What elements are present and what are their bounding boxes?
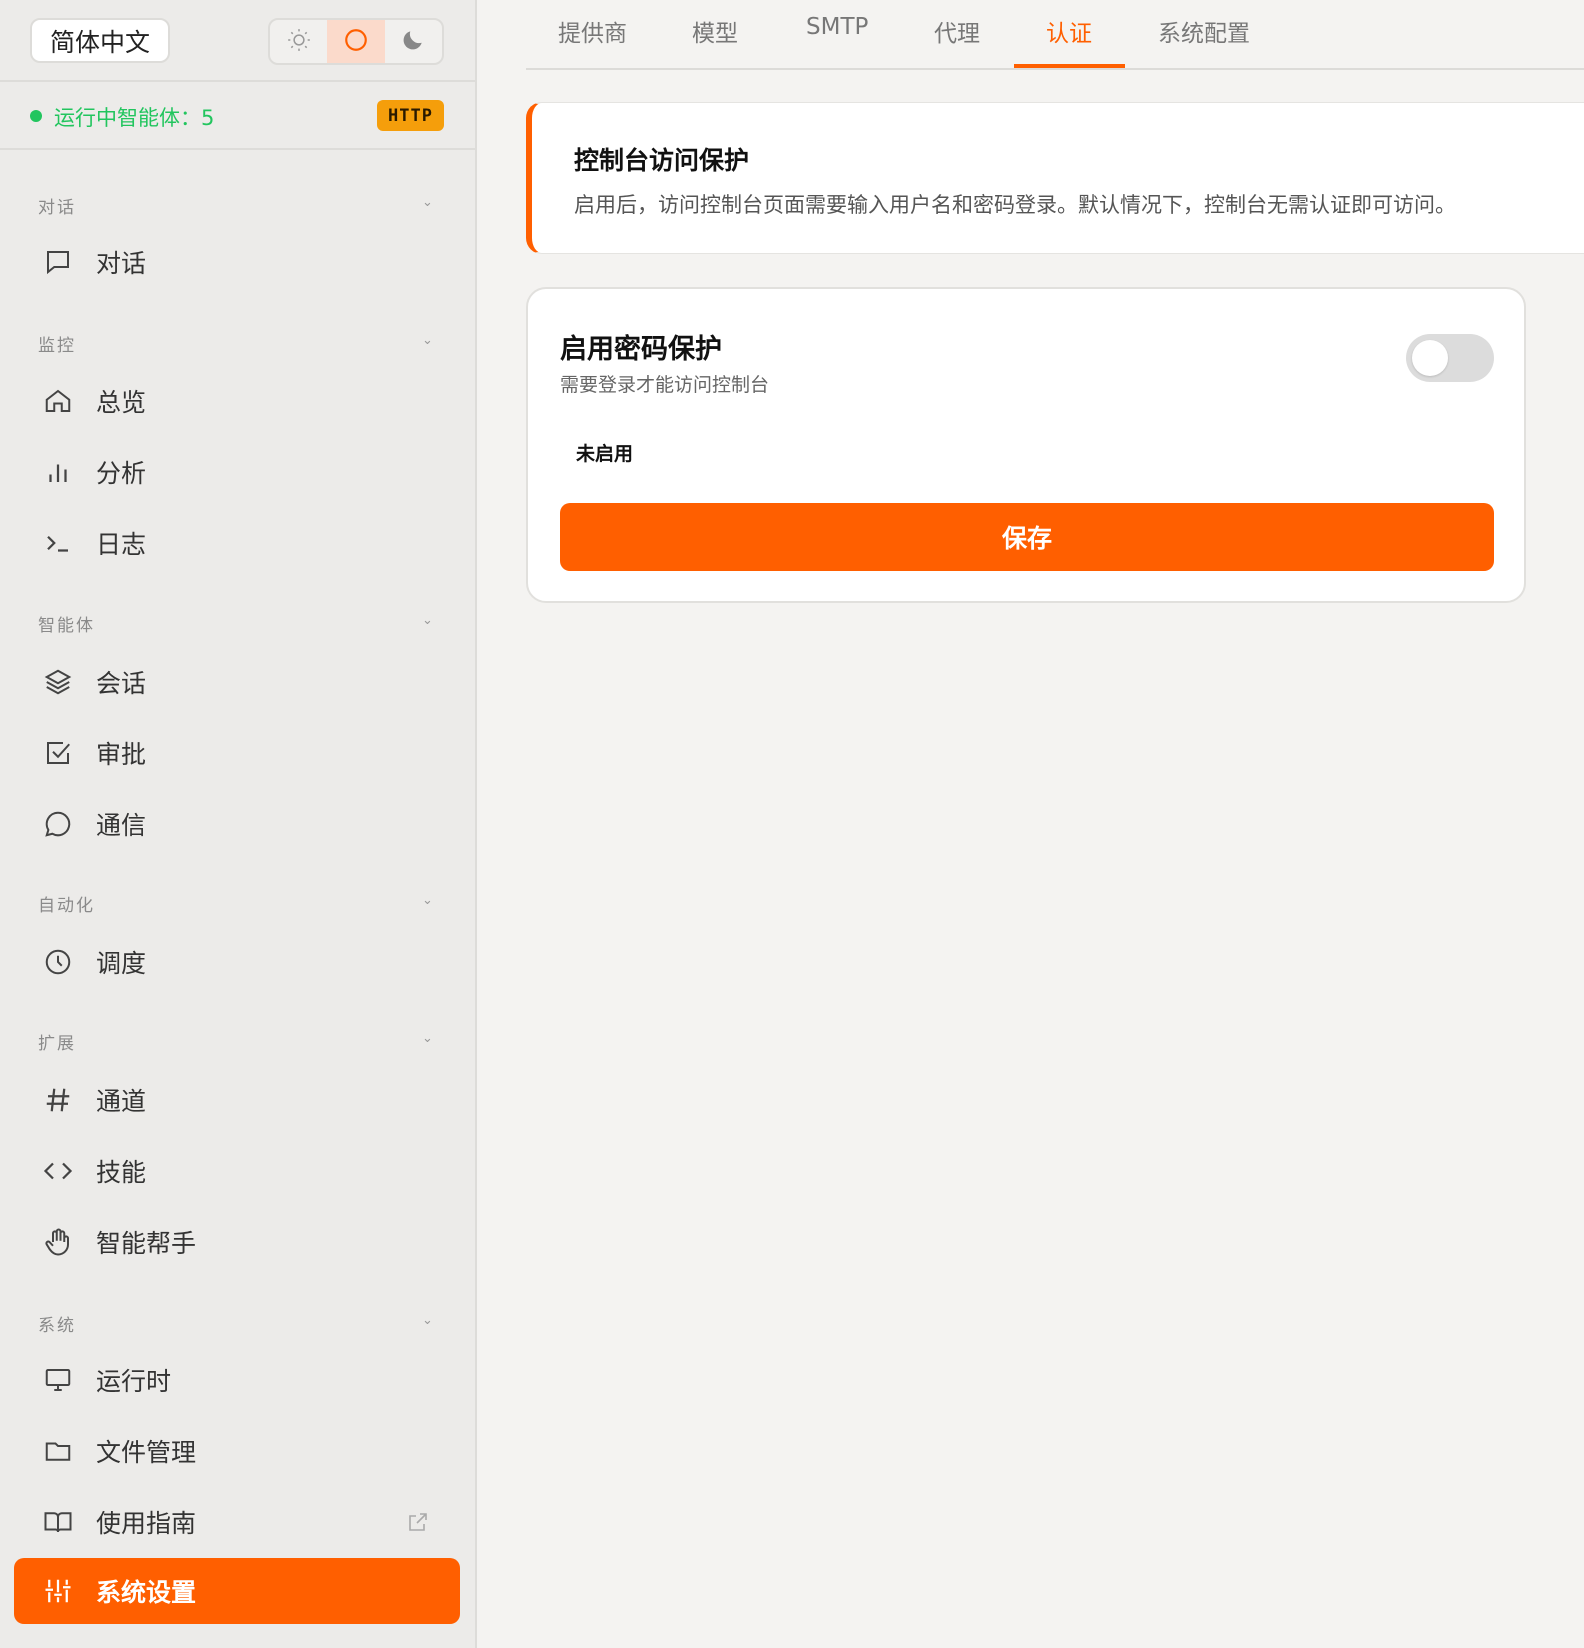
info-card-description: 启用后，访问控制台页面需要输入用户名和密码登录。默认情况下，控制台无需认证即可访… — [574, 193, 1456, 217]
message-circle-icon — [42, 808, 74, 840]
sidebar-header: 简体中文 — [0, 0, 475, 82]
running-agents-text: 运行中智能体：5 — [54, 106, 215, 130]
password-protection-toggle[interactable] — [1406, 334, 1494, 382]
layers-icon — [42, 666, 74, 698]
circle-icon — [343, 27, 369, 57]
external-link-icon — [406, 1510, 430, 1538]
folder-icon — [42, 1435, 74, 1467]
monitor-icon — [42, 1364, 74, 1396]
info-card: 控制台访问保护 启用后，访问控制台页面需要输入用户名和密码登录。默认情况下，控制… — [526, 102, 1584, 254]
toggle-knob — [1412, 340, 1448, 376]
settings-tabs: 提供商 模型 SMTP 代理 认证 系统配置 — [526, 0, 1584, 70]
sidebar-item-label: 智能帮手 — [96, 1229, 197, 1258]
sidebar-item-skills[interactable]: 技能 — [14, 1138, 460, 1204]
chat-bubble-icon — [42, 246, 74, 278]
app-root: 简体中文 运行中智能体：5 HTTP 对话 ⌄ 对话 监控 ⌄ 总览 分析 日志… — [0, 0, 1584, 1648]
chevron-down-icon[interactable]: ⌄ — [422, 613, 433, 628]
sidebar-item-label: 日志 — [96, 530, 147, 559]
terminal-icon — [42, 527, 74, 559]
tab-auth[interactable]: 认证 — [1046, 14, 1092, 48]
sidebar-item-analytics[interactable]: 分析 — [14, 439, 460, 505]
sidebar-item-label: 对话 — [96, 249, 147, 278]
sidebar-item-chat[interactable]: 对话 — [14, 229, 460, 295]
agent-status-row: 运行中智能体：5 HTTP — [0, 84, 475, 150]
section-label-extensions: 扩展 — [38, 1034, 76, 1054]
tab-system-config[interactable]: 系统配置 — [1158, 14, 1250, 48]
hash-icon — [42, 1084, 74, 1116]
tab-proxy[interactable]: 代理 — [934, 14, 980, 48]
sidebar-item-scheduler[interactable]: 调度 — [14, 929, 460, 995]
section-label-monitor: 监控 — [38, 336, 76, 356]
sidebar-item-assistant[interactable]: 智能帮手 — [14, 1209, 460, 1275]
sidebar-item-runtime[interactable]: 运行时 — [14, 1347, 460, 1413]
section-label-automation: 自动化 — [38, 896, 95, 916]
sidebar-item-label: 通道 — [96, 1087, 147, 1116]
password-protection-card: 启用密码保护 需要登录才能访问控制台 未启用 保存 — [526, 287, 1526, 603]
clock-icon — [42, 946, 74, 978]
sidebar-item-label: 调度 — [96, 949, 147, 978]
checkbox-icon — [42, 737, 74, 769]
theme-switcher — [268, 18, 444, 65]
sidebar: 简体中文 运行中智能体：5 HTTP 对话 ⌄ 对话 监控 ⌄ 总览 分析 日志… — [0, 0, 477, 1648]
sidebar-item-approvals[interactable]: 审批 — [14, 720, 460, 786]
sidebar-item-label: 使用指南 — [96, 1509, 197, 1538]
sidebar-item-file-manager[interactable]: 文件管理 — [14, 1418, 460, 1484]
theme-dark-button[interactable] — [385, 20, 442, 63]
section-label-chat: 对话 — [38, 198, 76, 218]
protocol-badge: HTTP — [377, 100, 444, 131]
sidebar-item-label: 运行时 — [96, 1367, 172, 1396]
sidebar-item-sessions[interactable]: 会话 — [14, 649, 460, 715]
book-icon — [42, 1506, 74, 1538]
sidebar-item-label: 审批 — [96, 740, 147, 769]
language-selector-button[interactable]: 简体中文 — [30, 18, 170, 63]
chevron-down-icon[interactable]: ⌄ — [422, 333, 433, 348]
tab-smtp[interactable]: SMTP — [806, 14, 868, 40]
info-card-title: 控制台访问保护 — [574, 146, 750, 175]
sidebar-item-system-settings[interactable]: 系统设置 — [14, 1558, 460, 1624]
sidebar-item-channels[interactable]: 通道 — [14, 1067, 460, 1133]
chevron-down-icon[interactable]: ⌄ — [422, 893, 433, 908]
bar-chart-icon — [42, 456, 74, 488]
sun-icon — [286, 27, 312, 57]
moon-icon — [400, 27, 426, 57]
password-protection-title: 启用密码保护 — [560, 334, 722, 365]
sidebar-item-logs[interactable]: 日志 — [14, 510, 460, 576]
chevron-down-icon[interactable]: ⌄ — [422, 1313, 433, 1328]
sidebar-item-overview[interactable]: 总览 — [14, 368, 460, 434]
chevron-down-icon[interactable]: ⌄ — [422, 195, 433, 210]
sidebar-item-label: 会话 — [96, 669, 147, 698]
sidebar-item-user-guide[interactable]: 使用指南 — [14, 1489, 460, 1555]
hand-icon — [42, 1226, 74, 1258]
sidebar-item-label: 分析 — [96, 459, 147, 488]
sidebar-item-label: 系统设置 — [96, 1578, 197, 1607]
sidebar-item-label: 文件管理 — [96, 1438, 197, 1467]
home-icon — [42, 385, 74, 417]
status-dot — [30, 110, 42, 122]
tab-providers[interactable]: 提供商 — [558, 14, 627, 48]
password-protection-subtitle: 需要登录才能访问控制台 — [560, 374, 770, 396]
section-label-system: 系统 — [38, 1316, 76, 1336]
save-button[interactable]: 保存 — [560, 503, 1494, 571]
chevron-down-icon[interactable]: ⌄ — [422, 1031, 433, 1046]
sidebar-item-label: 总览 — [96, 388, 147, 417]
sidebar-item-communication[interactable]: 通信 — [14, 791, 460, 857]
sliders-icon — [42, 1575, 74, 1607]
active-tab-indicator — [1014, 64, 1125, 68]
section-label-agents: 智能体 — [38, 616, 95, 636]
sidebar-item-label: 技能 — [96, 1158, 147, 1187]
theme-system-button[interactable] — [327, 20, 385, 63]
tab-models[interactable]: 模型 — [692, 14, 738, 48]
sidebar-item-label: 通信 — [96, 811, 147, 840]
code-icon — [42, 1155, 74, 1187]
theme-light-button[interactable] — [270, 20, 327, 63]
protection-status-text: 未启用 — [576, 443, 634, 465]
